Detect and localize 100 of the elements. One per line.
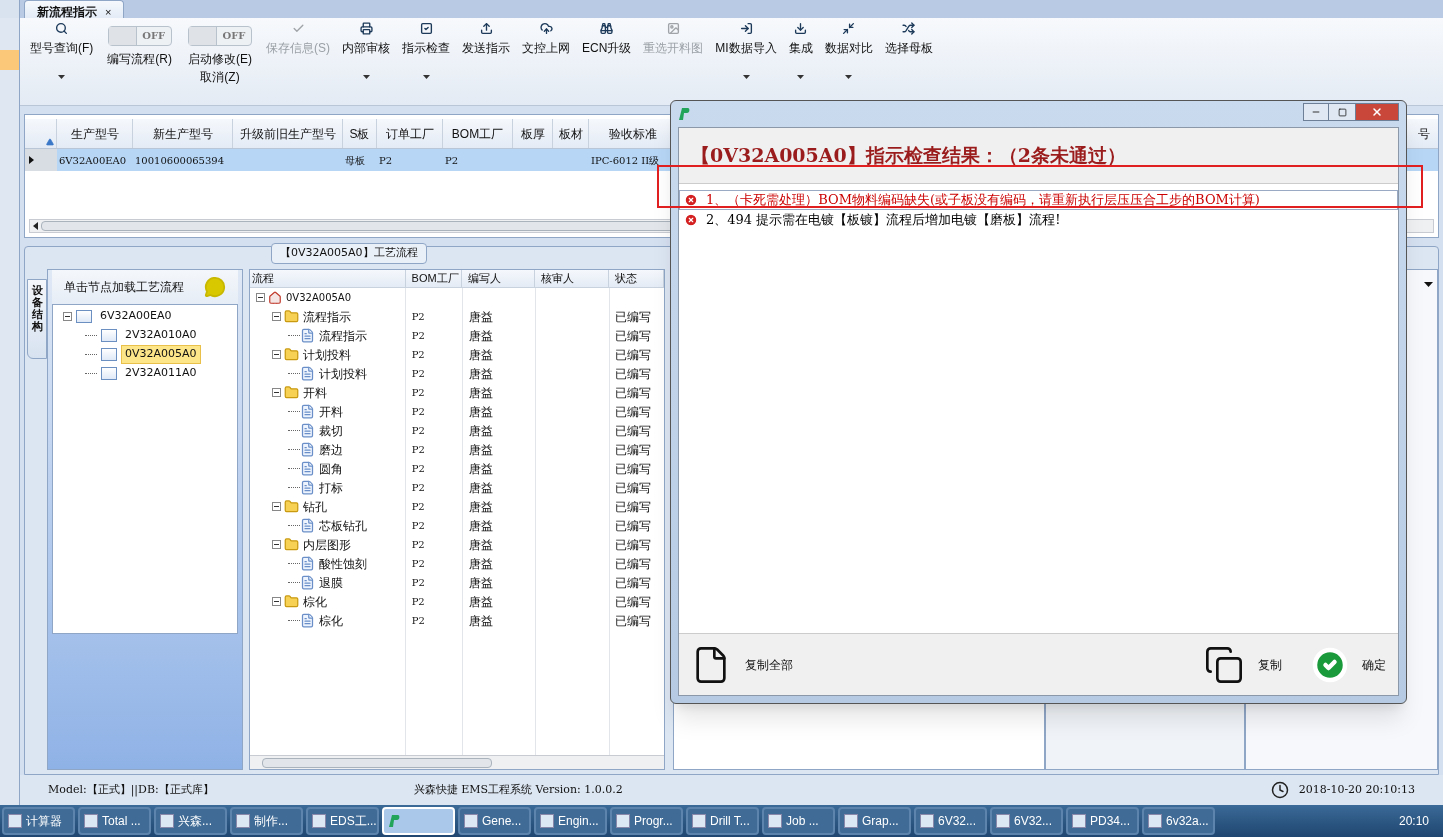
node-icon xyxy=(76,310,92,323)
table-cell: 唐益 xyxy=(468,366,493,381)
taskbar-button[interactable]: Drill T... xyxy=(686,807,759,835)
table-cell: P2 xyxy=(411,406,425,417)
tree-node[interactable]: 0V32A005A0 xyxy=(121,345,201,364)
app-icon xyxy=(8,814,22,828)
dialog-button[interactable]: 复制全部 xyxy=(691,644,793,685)
tree-node[interactable]: 圆角 xyxy=(319,459,343,478)
column-header[interactable]: 升级前旧生产型号 xyxy=(233,119,343,148)
table-cell: P2 xyxy=(411,444,425,455)
app-icon xyxy=(692,814,706,828)
toggle-switch[interactable]: OFF xyxy=(188,26,252,46)
scrollbar-thumb[interactable] xyxy=(262,757,492,768)
tree-node[interactable]: 0V32A005A0 xyxy=(286,290,352,305)
expander-icon[interactable] xyxy=(272,388,281,397)
tree-node[interactable]: 2V32A011A0 xyxy=(121,364,201,383)
table-cell: 唐益 xyxy=(468,328,493,343)
column-header[interactable]: S板 xyxy=(343,119,377,148)
document-icon xyxy=(300,480,315,495)
column-header[interactable]: 生产型号 xyxy=(57,119,133,148)
tree-node[interactable]: 退膜 xyxy=(319,573,343,592)
expander-icon[interactable] xyxy=(272,312,281,321)
taskbar-button[interactable]: PD34... xyxy=(1066,807,1139,835)
column-header[interactable]: 号 xyxy=(1418,119,1438,148)
column-header[interactable]: 核审人 xyxy=(535,270,610,287)
close-icon[interactable]: × xyxy=(105,6,112,18)
document-tab[interactable]: 新流程指示 × xyxy=(24,0,125,18)
tree-node[interactable]: 芯板钻孔 xyxy=(319,516,367,535)
search-icon xyxy=(55,22,69,35)
toolbar-button[interactable]: 发送指示 xyxy=(456,18,516,98)
taskbar-button[interactable]: Total ... xyxy=(78,807,151,835)
toolbar-button[interactable]: ECN升级 xyxy=(576,18,638,98)
tree-node[interactable]: 6V32A00EA0 xyxy=(96,307,176,326)
toolbar-button[interactable]: 文控上网 xyxy=(516,18,576,98)
error-icon xyxy=(684,213,698,227)
taskbar-button[interactable]: EDS工... xyxy=(306,807,379,835)
toolbar-button[interactable]: 数据对比 xyxy=(818,18,879,98)
column-header[interactable]: 编写人 xyxy=(462,270,536,287)
tree-node[interactable]: 棕化 xyxy=(303,592,327,611)
tree-node[interactable]: 流程指示 xyxy=(319,326,367,345)
tree-node[interactable]: 开料 xyxy=(303,383,327,402)
table-cell: 唐益 xyxy=(468,537,493,552)
table-cell: P2 xyxy=(411,311,425,322)
expander-icon[interactable] xyxy=(272,540,281,549)
app-icon xyxy=(844,814,858,828)
toolbar-button[interactable]: 内部审核 xyxy=(336,18,396,98)
column-header[interactable]: 状态 xyxy=(609,270,664,287)
tree-node[interactable]: 2V32A010A0 xyxy=(121,326,201,345)
taskbar-button[interactable]: 制作... xyxy=(230,807,303,835)
minimize-button[interactable] xyxy=(1303,103,1329,121)
tree-node[interactable]: 裁切 xyxy=(319,421,343,440)
toolbar-button[interactable]: 型号查询(F) xyxy=(24,18,100,98)
maximize-button[interactable] xyxy=(1329,103,1355,121)
expander-icon[interactable] xyxy=(272,350,281,359)
taskbar-button[interactable]: 6V32... xyxy=(914,807,987,835)
tree-node[interactable]: 钻孔 xyxy=(303,497,327,516)
message-row[interactable]: 1、（卡死需处理）BOM物料编码缺失(或子板没有编码，请重新执行层压压合工步的BOM计算) xyxy=(679,190,1398,210)
column-header[interactable]: 板厚 xyxy=(513,119,553,148)
taskbar-button[interactable]: 6v32a... xyxy=(1142,807,1215,835)
tree-node[interactable]: 开料 xyxy=(319,402,343,421)
taskbar-button[interactable]: 兴森... xyxy=(154,807,227,835)
scroll-left-icon[interactable] xyxy=(33,222,38,230)
tree-node[interactable]: 打标 xyxy=(319,478,343,497)
taskbar-button[interactable]: 计算器 xyxy=(2,807,75,835)
tree-node[interactable]: 磨边 xyxy=(319,440,343,459)
taskbar-button[interactable]: Engin... xyxy=(534,807,607,835)
expander-icon[interactable] xyxy=(272,502,281,511)
toolbar-button[interactable]: MI数据导入 xyxy=(709,18,783,98)
taskbar-button[interactable]: Gene... xyxy=(458,807,531,835)
table-cell: P2 xyxy=(411,463,425,474)
tree-node[interactable]: 酸性蚀刻 xyxy=(319,554,367,573)
column-header[interactable]: 新生产型号 xyxy=(133,119,233,148)
expander-icon[interactable] xyxy=(256,293,265,302)
tree-node[interactable]: 计划投料 xyxy=(319,364,367,383)
column-header[interactable]: BOM工厂 xyxy=(443,119,513,148)
column-header[interactable]: 流程 xyxy=(250,270,406,287)
message-row[interactable]: 2、494 提示需在电镀【板镀】流程后增加电镀【磨板】流程! xyxy=(679,210,1398,230)
expander-icon[interactable] xyxy=(272,597,281,606)
toggle-switch[interactable]: OFF xyxy=(107,26,172,46)
dialog-button[interactable]: 复制 xyxy=(1204,644,1282,685)
taskbar-button[interactable] xyxy=(382,807,455,835)
column-header[interactable]: BOM工厂 xyxy=(405,270,463,287)
tree-node[interactable]: 棕化 xyxy=(319,611,343,630)
expander-icon[interactable] xyxy=(63,312,72,321)
tree-node[interactable]: 内层图形 xyxy=(303,535,351,554)
taskbar-button[interactable]: Grap... xyxy=(838,807,911,835)
tree-node[interactable]: 流程指示 xyxy=(303,307,351,326)
dialog-button[interactable]: 确定 xyxy=(1312,646,1386,683)
table-cell: P2 xyxy=(411,425,425,436)
vertical-tab[interactable]: 设备结构 xyxy=(27,279,47,359)
tree-node[interactable]: 计划投料 xyxy=(303,345,351,364)
column-header[interactable]: 订单工厂 xyxy=(377,119,443,148)
toolbar-button[interactable]: 选择母板 xyxy=(878,18,939,98)
taskbar-button[interactable]: Job ... xyxy=(762,807,835,835)
toolbar-button[interactable]: 指示检查 xyxy=(396,18,456,98)
taskbar-button[interactable]: 6V32... xyxy=(990,807,1063,835)
dropdown-caret-icon[interactable] xyxy=(1424,282,1433,287)
toolbar-button[interactable]: 集成 xyxy=(782,18,819,98)
column-header[interactable]: 板材 xyxy=(553,119,589,148)
taskbar-button[interactable]: Progr... xyxy=(610,807,683,835)
